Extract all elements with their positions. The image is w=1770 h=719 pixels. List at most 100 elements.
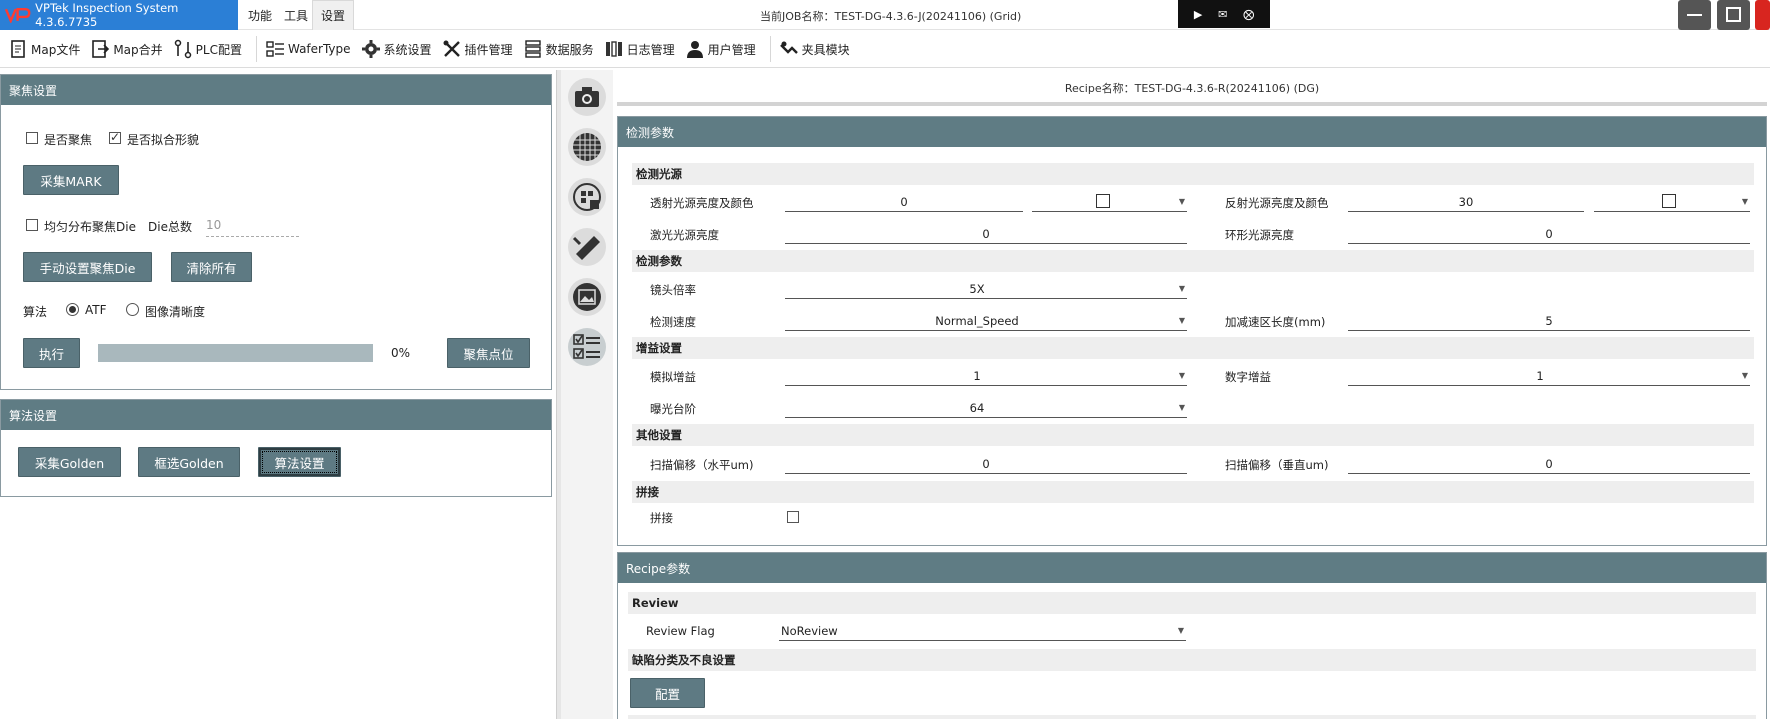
menu-settings[interactable]: 设置 xyxy=(312,0,355,30)
exposure-select[interactable]: 64 ▼ xyxy=(785,398,1187,418)
uniform-die-checkbox[interactable] xyxy=(26,219,38,231)
fixture-icon xyxy=(779,41,798,54)
close-circle-icon[interactable]: ⨂ xyxy=(1243,8,1254,21)
chevron-down-icon: ▼ xyxy=(1741,371,1748,380)
chevron-down-icon: ▼ xyxy=(1178,316,1185,325)
maximize-button[interactable] xyxy=(1717,0,1750,30)
refl-light-color-select[interactable]: ▼ xyxy=(1594,192,1750,212)
speed-select[interactable]: Normal_Speed ▼ xyxy=(785,311,1187,331)
tools-icon xyxy=(443,40,460,57)
review-flag-value: NoReview xyxy=(781,624,838,638)
focus-panel-title: 聚焦设置 xyxy=(1,75,551,105)
database-icon xyxy=(524,40,541,58)
tool-log-manager[interactable]: 日志管理 xyxy=(602,34,683,64)
tool-system-settings[interactable]: 系统设置 xyxy=(359,34,440,64)
analog-gain-label: 模拟增益 xyxy=(650,370,696,384)
fit-topography-checkbox[interactable] xyxy=(109,130,121,144)
tool-label: 夹具模块 xyxy=(801,42,850,57)
digital-gain-select[interactable]: 1 ▼ xyxy=(1348,366,1750,386)
tool-label: WaferType xyxy=(287,42,351,56)
tool-fixture-module[interactable]: 夹具模块 xyxy=(777,34,858,64)
wafer-grid-icon[interactable] xyxy=(568,128,606,166)
scan-offset-h-label: 扫描偏移（水平um) xyxy=(650,458,754,472)
tool-label: 用户管理 xyxy=(707,42,756,57)
algorithm-settings-panel: 算法设置 采集Golden 框选Golden 算法设置 xyxy=(0,399,552,497)
tool-label: PLC配置 xyxy=(195,42,242,57)
tool-user-manager[interactable]: 用户管理 xyxy=(683,34,764,64)
analog-gain-value: 1 xyxy=(973,369,981,383)
menu-tools[interactable]: 工具 xyxy=(276,0,316,30)
wafer-map-icon[interactable] xyxy=(568,178,606,216)
image-icon[interactable] xyxy=(568,278,606,316)
config-button[interactable]: 配置 xyxy=(630,678,705,708)
tool-map-file[interactable]: Map文件 xyxy=(6,34,88,64)
ruler-icon[interactable] xyxy=(568,228,606,266)
accel-len-input[interactable]: 5 xyxy=(1348,311,1750,331)
tool-map-merge[interactable]: Map合并 xyxy=(88,34,170,64)
image-clarity-radio[interactable] xyxy=(126,303,139,316)
recipe-panel-title: Recipe参数 xyxy=(618,553,1766,583)
speed-value: Normal_Speed xyxy=(935,314,1019,328)
section-other: 其他设置 xyxy=(632,424,1754,446)
minimize-button[interactable] xyxy=(1678,0,1711,30)
recipe-title: Recipe名称：TEST-DG-4.3.6-R(20241106) (DG) xyxy=(1064,82,1320,95)
job-title: 当前JOB名称：TEST-DG-4.3.6-J(20241106) (Grid) xyxy=(760,10,1022,23)
execute-button[interactable]: 执行 xyxy=(23,338,80,368)
wafer-type-icon xyxy=(266,41,284,57)
collect-golden-button[interactable]: 采集Golden xyxy=(18,447,121,477)
focus-progress-bar xyxy=(98,344,373,362)
die-total-label: Die总数 xyxy=(148,220,192,234)
lens-label: 镜头倍率 xyxy=(650,283,696,297)
trans-light-input[interactable]: 0 xyxy=(785,192,1023,212)
refl-light-input[interactable]: 30 xyxy=(1348,192,1584,212)
section-stitch: 拼接 xyxy=(632,481,1754,503)
progress-percent: 0% xyxy=(391,346,411,360)
send-icon[interactable]: ▶ xyxy=(1194,8,1202,21)
app-logo-icon xyxy=(4,7,32,23)
map-file-icon xyxy=(11,40,25,58)
exposure-value: 64 xyxy=(969,401,985,415)
scan-offset-h-input[interactable]: 0 xyxy=(785,454,1187,474)
laser-light-input[interactable]: 0 xyxy=(785,224,1187,244)
map-merge-icon xyxy=(92,40,110,58)
tool-label: Map合并 xyxy=(113,42,163,57)
scan-offset-v-input[interactable]: 0 xyxy=(1348,454,1750,474)
algo-settings-button[interactable]: 算法设置 xyxy=(258,447,341,477)
gear-icon xyxy=(361,40,380,58)
clear-all-button[interactable]: 清除所有 xyxy=(171,252,252,282)
stitch-checkbox[interactable] xyxy=(787,511,799,523)
trans-light-label: 透射光源亮度及颜色 xyxy=(650,196,754,210)
checklist-icon[interactable] xyxy=(568,328,606,366)
analog-gain-select[interactable]: 1 ▼ xyxy=(785,366,1187,386)
recipe-title-divider xyxy=(617,102,1767,106)
chevron-down-icon: ▼ xyxy=(1177,626,1184,635)
tool-plc-config[interactable]: PLC配置 xyxy=(171,34,250,64)
select-golden-button[interactable]: 框选Golden xyxy=(138,447,240,477)
camera-icon[interactable] xyxy=(568,78,606,116)
tool-data-service[interactable]: 数据服务 xyxy=(521,34,602,64)
toolbar-divider xyxy=(769,36,771,62)
close-button[interactable] xyxy=(1755,0,1770,30)
chevron-down-icon: ▼ xyxy=(1741,197,1748,206)
tool-label: 日志管理 xyxy=(626,42,675,57)
manual-focus-die-button[interactable]: 手动设置聚焦Die xyxy=(23,252,152,282)
ring-light-input[interactable]: 0 xyxy=(1348,224,1750,244)
review-flag-select[interactable]: NoReview ▼ xyxy=(779,621,1186,641)
trans-light-color-swatch xyxy=(1096,194,1110,208)
trans-light-color-select[interactable]: ▼ xyxy=(1032,192,1187,212)
mail-icon[interactable]: ✉ xyxy=(1218,8,1227,21)
algorithm-label: 算法 xyxy=(23,305,48,319)
lens-select[interactable]: 5X ▼ xyxy=(785,279,1187,299)
menu-function[interactable]: 功能 xyxy=(240,0,280,30)
focus-point-button[interactable]: 聚焦点位 xyxy=(447,338,530,368)
detection-params-panel: 检测参数 检测光源 透射光源亮度及颜色 0 ▼ 反射光源亮度及颜色 30 ▼ 激… xyxy=(617,116,1767,546)
die-total-input[interactable]: 10 xyxy=(206,218,299,237)
laser-light-label: 激光光源亮度 xyxy=(650,228,719,242)
tool-label: 插件管理 xyxy=(464,42,513,57)
atf-radio[interactable] xyxy=(66,303,79,316)
tool-label: 数据服务 xyxy=(545,42,594,57)
collect-mark-button[interactable]: 采集MARK xyxy=(23,165,119,195)
focus-checkbox[interactable] xyxy=(26,132,38,144)
tool-plugin-manager[interactable]: 插件管理 xyxy=(440,34,521,64)
tool-wafer-type[interactable]: WaferType xyxy=(263,34,359,64)
